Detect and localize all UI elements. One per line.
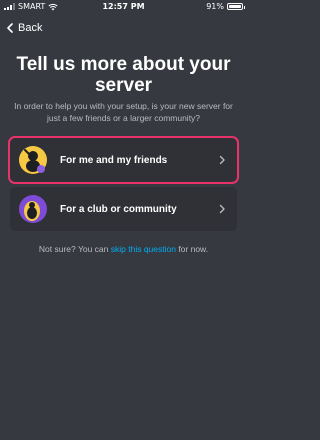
option-friends[interactable]: For me and my friends [10,138,237,182]
page-subtitle: In order to help you with your setup, is… [14,101,233,123]
skip-note-prefix: Not sure? You can [38,244,111,254]
status-right: 91% [206,2,245,11]
status-bar: SMART 12:57 PM 91% [0,0,247,14]
chevron-right-icon [219,204,225,214]
skip-question-link[interactable]: skip this question [111,244,176,254]
back-label: Back [18,22,43,34]
chevron-left-icon [7,23,13,33]
community-illustration-icon [19,195,47,223]
friends-illustration-icon [19,146,47,174]
back-button[interactable]: Back [6,20,42,36]
page-title: Tell us more about your server [16,54,231,96]
chevron-right-icon [219,155,225,165]
option-community-label: For a club or community [60,203,177,215]
battery-icon [227,3,245,10]
skip-note-suffix: for now. [175,244,209,254]
option-community[interactable]: For a club or community [10,187,237,231]
battery-percent: 91% [206,2,224,11]
skip-note: Not sure? You can skip this question for… [0,244,247,254]
option-friends-label: For me and my friends [60,154,168,166]
